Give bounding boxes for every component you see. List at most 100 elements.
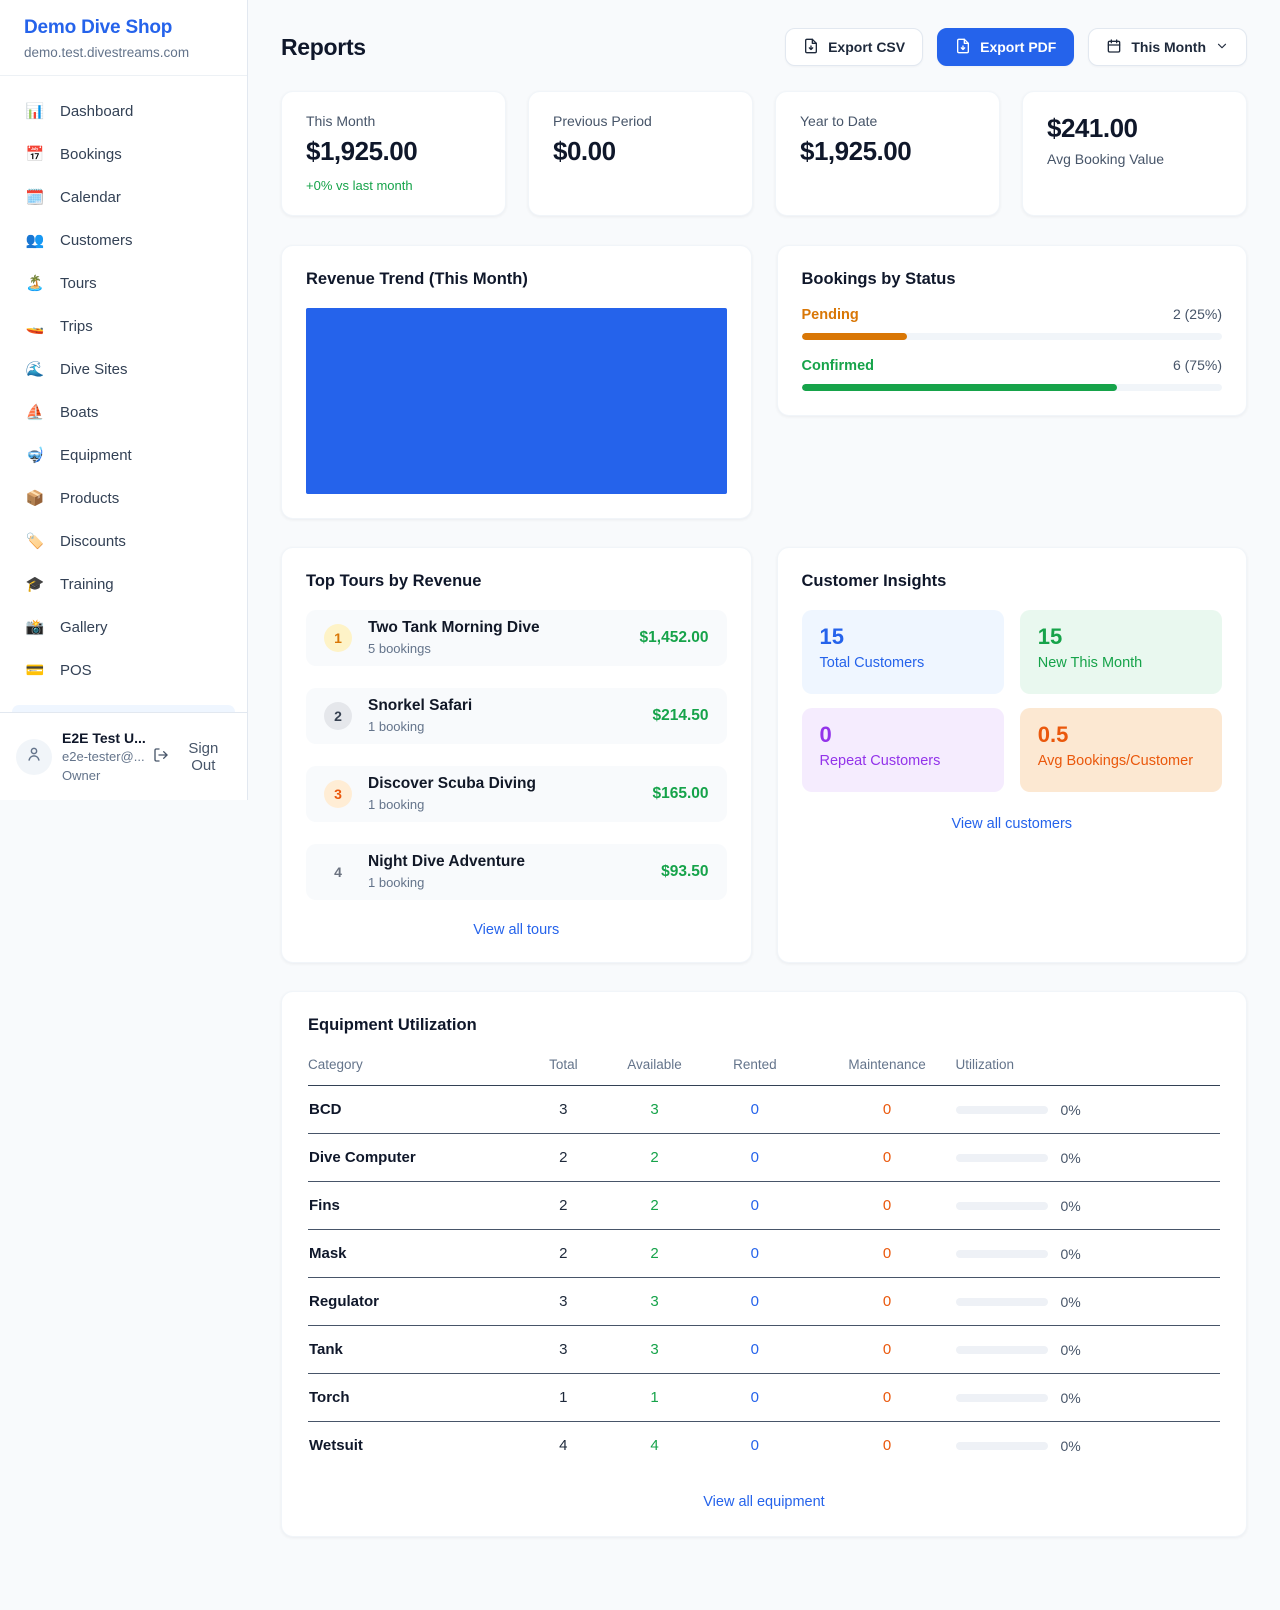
utilization-bar [956, 1106, 1048, 1114]
equipment-table: Category Total Available Rented Maintena… [308, 1047, 1220, 1470]
rank-badge: 3 [324, 780, 352, 808]
tour-revenue: $93.50 [661, 863, 708, 881]
sign-out-button[interactable]: Sign Out [153, 740, 231, 774]
sidebar-nav-item[interactable]: 🏷️ Discounts [12, 520, 235, 563]
file-download-icon [803, 38, 819, 57]
rank-badge: 2 [324, 702, 352, 730]
tile-value: 0 [820, 723, 986, 747]
maintenance-cell: 0 [819, 1086, 956, 1134]
utilization-bar [956, 1298, 1048, 1306]
tour-list: 1 Two Tank Morning Dive 5 bookings $1,45… [306, 610, 727, 900]
tour-info: Snorkel Safari 1 booking [368, 696, 472, 736]
stat-label: Previous Period [553, 113, 728, 129]
user-name: E2E Test U... [62, 728, 143, 748]
stat-label: This Month [306, 113, 481, 129]
sidebar-nav-item[interactable]: ⛵ Boats [12, 391, 235, 434]
utilization-percent: 0% [1060, 1150, 1080, 1166]
user-info: E2E Test U... e2e-tester@... Owner [62, 728, 143, 786]
column-header-maintenance: Maintenance [819, 1047, 956, 1086]
stat-label: Year to Date [800, 113, 975, 129]
stat-card-previous-period: Previous Period $0.00 [528, 91, 753, 216]
top-tours-card: Top Tours by Revenue 1 Two Tank Morning … [281, 547, 752, 963]
sidebar-nav-item[interactable]: 📦 Products [12, 477, 235, 520]
sidebar-nav-item[interactable]: 🤿 Equipment [12, 434, 235, 477]
avatar [16, 739, 52, 775]
utilization-percent: 0% [1060, 1246, 1080, 1262]
nav-item-reports-partial[interactable] [12, 705, 235, 712]
page-header: Reports Export CSV Export PDF [281, 28, 1247, 66]
rented-cell: 0 [691, 1278, 819, 1326]
rented-cell: 0 [691, 1086, 819, 1134]
customer-insights-card: Customer Insights 15 Total Customers 15 … [777, 547, 1248, 963]
sidebar-nav-item[interactable]: 💳 POS [12, 649, 235, 692]
category-cell: Regulator [308, 1278, 509, 1326]
available-cell: 3 [618, 1086, 691, 1134]
nav-item-label: Training [60, 576, 114, 593]
status-label: Confirmed [802, 358, 875, 374]
category-cell: Torch [308, 1374, 509, 1422]
utilization-cell: 0% [955, 1086, 1220, 1134]
total-cell: 3 [509, 1326, 618, 1374]
utilization-bar [956, 1394, 1048, 1402]
export-csv-label: Export CSV [828, 39, 905, 55]
view-all-customers-link[interactable]: View all customers [802, 816, 1223, 832]
insight-tiles: 15 Total Customers 15 New This Month 0 R… [802, 610, 1223, 792]
sidebar-nav-item[interactable]: 🗓️ Calendar [12, 176, 235, 219]
total-cell: 4 [509, 1422, 618, 1470]
available-cell: 1 [618, 1374, 691, 1422]
total-cell: 3 [509, 1086, 618, 1134]
sidebar-nav-item[interactable]: 🏝️ Tours [12, 262, 235, 305]
rented-cell: 0 [691, 1374, 819, 1422]
tour-info: Night Dive Adventure 1 booking [368, 852, 525, 892]
maintenance-cell: 0 [819, 1278, 956, 1326]
status-row-confirmed: Confirmed 6 (75%) [802, 357, 1223, 391]
sidebar-nav-item[interactable]: 📸 Gallery [12, 606, 235, 649]
utilization-cell: 0% [955, 1278, 1220, 1326]
total-cell: 2 [509, 1230, 618, 1278]
period-dropdown[interactable]: This Month [1088, 28, 1247, 66]
view-all-tours-link[interactable]: View all tours [306, 922, 727, 938]
insight-tile-repeat-customers: 0 Repeat Customers [802, 708, 1004, 792]
utilization-bar [956, 1442, 1048, 1450]
sign-out-label: Sign Out [176, 740, 231, 774]
view-all-equipment-link[interactable]: View all equipment [308, 1494, 1220, 1510]
utilization-percent: 0% [1060, 1438, 1080, 1454]
insight-tile-avg-bookings: 0.5 Avg Bookings/Customer [1020, 708, 1222, 792]
export-pdf-button[interactable]: Export PDF [937, 28, 1074, 66]
stat-value: $1,925.00 [306, 136, 481, 167]
equipment-utilization-card: Equipment Utilization Category Total Ava… [281, 991, 1247, 1537]
column-header-rented: Rented [691, 1047, 819, 1086]
sidebar-nav-item[interactable]: 👥 Customers [12, 219, 235, 262]
sidebar-nav-item[interactable]: 🌊 Dive Sites [12, 348, 235, 391]
tile-label: New This Month [1038, 655, 1204, 671]
nav-item-label: Gallery [60, 619, 108, 636]
total-cell: 2 [509, 1182, 618, 1230]
sidebar-nav-item[interactable]: 🚤 Trips [12, 305, 235, 348]
tour-bookings: 1 booking [368, 797, 536, 814]
export-csv-button[interactable]: Export CSV [785, 28, 923, 66]
utilization-cell: 0% [955, 1134, 1220, 1182]
available-cell: 3 [618, 1278, 691, 1326]
sidebar-nav-item[interactable]: 🎓 Training [12, 563, 235, 606]
revenue-trend-bar [306, 308, 727, 494]
rented-cell: 0 [691, 1134, 819, 1182]
sidebar-nav-item[interactable]: 📅 Bookings [12, 133, 235, 176]
utilization-percent: 0% [1060, 1390, 1080, 1406]
tile-label: Avg Bookings/Customer [1038, 753, 1204, 769]
category-cell: Wetsuit [308, 1422, 509, 1470]
tour-bookings: 1 booking [368, 719, 472, 736]
equipment-row: Dive Computer 2 2 0 0 0% [308, 1134, 1220, 1182]
equipment-row: Mask 2 2 0 0 0% [308, 1230, 1220, 1278]
status-fill [802, 333, 907, 340]
logout-icon [153, 747, 169, 767]
insights-row: Top Tours by Revenue 1 Two Tank Morning … [281, 547, 1247, 963]
available-cell: 2 [618, 1230, 691, 1278]
sidebar-nav-item[interactable]: 📊 Dashboard [12, 90, 235, 133]
user-panel: E2E Test U... e2e-tester@... Owner Sign … [0, 712, 247, 800]
tile-label: Repeat Customers [820, 753, 986, 769]
nav-item-icon: 📦 [25, 491, 45, 506]
nav-item-label: POS [60, 662, 92, 679]
tour-info: Discover Scuba Diving 1 booking [368, 774, 536, 814]
column-header-category: Category [308, 1047, 509, 1086]
equipment-row: Torch 1 1 0 0 0% [308, 1374, 1220, 1422]
